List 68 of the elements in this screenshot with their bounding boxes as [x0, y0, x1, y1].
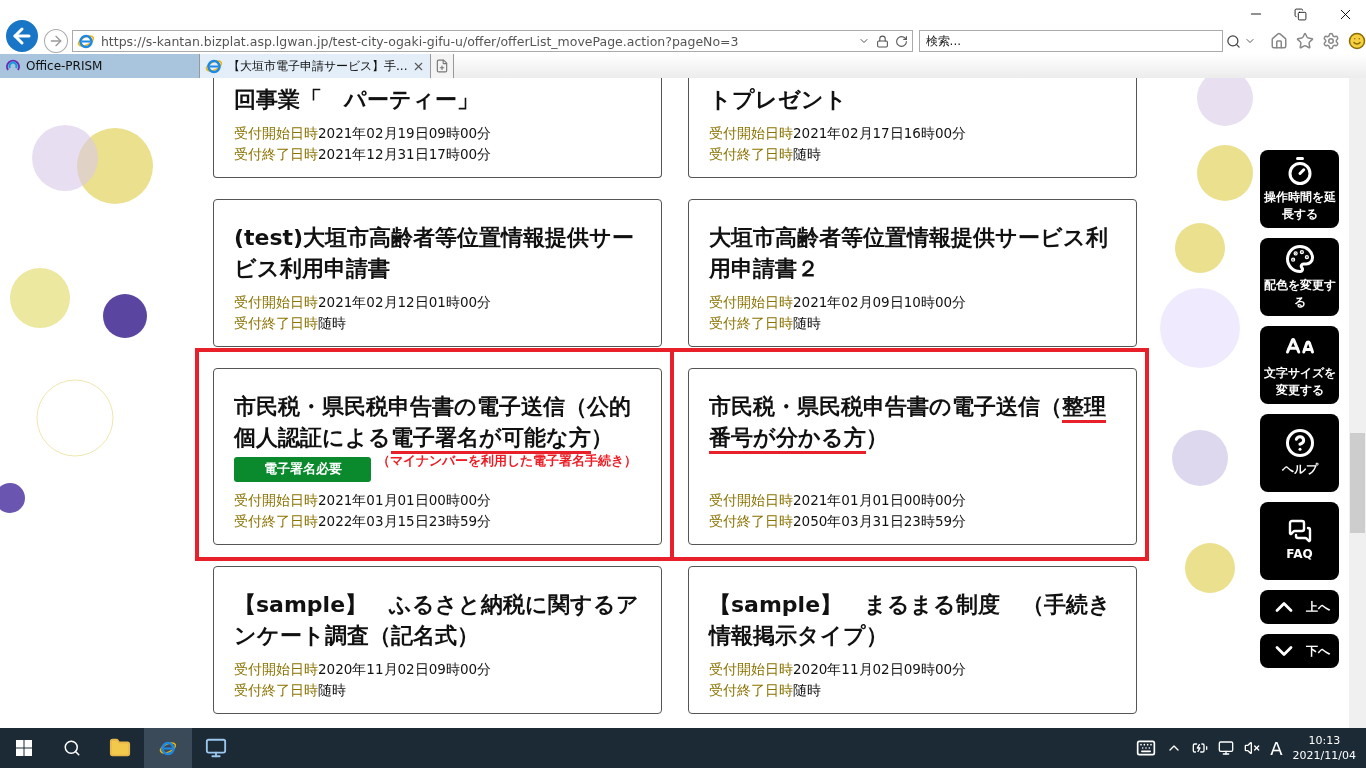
help-icon — [1284, 428, 1315, 458]
mute-icon[interactable] — [1244, 740, 1261, 756]
restore-icon[interactable] — [1294, 7, 1307, 21]
end-date-text: 受付終了日時随時 — [234, 681, 347, 700]
page-icon — [76, 32, 95, 50]
browser-tab[interactable]: 【大垣市電子申請サービス】手... — [200, 54, 432, 78]
end-date-text: 受付終了日時随時 — [709, 314, 822, 333]
settings-icon[interactable] — [1322, 32, 1340, 50]
signature-required-badge: 電子署名必要 — [234, 457, 371, 482]
star-icon[interactable] — [1296, 32, 1314, 50]
start-date-text: 受付開始日時2020年11月02日09時00分 — [709, 660, 968, 679]
form-title[interactable]: 回事業「 パーティー」 — [234, 84, 641, 115]
end-date-text: 受付終了日時随時 — [709, 681, 822, 700]
up-button[interactable]: 上へ — [1260, 590, 1339, 624]
start-date-text: 受付開始日時2021年01月01日00時00分 — [709, 491, 968, 510]
chat-icon — [1287, 519, 1312, 543]
palette-button[interactable]: 配色を変更する — [1260, 238, 1339, 316]
smiley-icon[interactable] — [1348, 32, 1366, 50]
lock-icon — [875, 34, 889, 48]
form-card[interactable]: トプレゼント 受付開始日時2021年02月17日16時00分 受付終了日時随時 — [688, 78, 1137, 178]
search-icon[interactable] — [1226, 33, 1241, 49]
form-title[interactable]: 【sample】 ふるさと納税に関するアンケート調査（記名式） — [234, 589, 641, 651]
page-icon — [205, 57, 223, 75]
start-date-text: 受付開始日時2021年02月17日16時00分 — [709, 124, 968, 143]
search-field[interactable]: 検索... — [918, 30, 1223, 52]
timer-button[interactable]: 操作時間を延長する — [1260, 150, 1339, 228]
windows-icon — [16, 740, 32, 756]
form-title[interactable]: 【sample】 まるまる制度 （手続き情報掲示タイプ） — [709, 589, 1116, 651]
form-card[interactable]: (test)大垣市高齢者等位置情報提供サービス利用申請書 受付開始日時2021年02月12日01時00分 受付終了日時随時 — [213, 199, 662, 347]
end-date-text: 受付終了日時随時 — [234, 314, 347, 333]
refresh-icon[interactable] — [894, 34, 908, 48]
form-card[interactable]: 回事業「 パーティー」 受付開始日時2021年02月19日09時00分 受付終了日時2021年12月31日17時00分 — [213, 78, 662, 178]
annotation-note: （マイナンバーを利用した電子署名手続き） — [377, 453, 637, 470]
start-date-text: 受付開始日時2021年02月12日01時00分 — [234, 293, 493, 312]
end-date-text: 受付終了日時随時 — [709, 145, 822, 164]
form-card[interactable]: 大垣市高齢者等位置情報提供サービス利用申請書２ 受付開始日時2021年02月09日10時00分 受付終了日時随時 — [688, 199, 1137, 347]
start-date-text: 受付開始日時2021年02月09日10時00分 — [709, 293, 968, 312]
network-icon[interactable] — [1218, 740, 1235, 756]
new-tab-icon[interactable] — [435, 59, 450, 73]
scrollbar[interactable] — [1349, 78, 1366, 728]
address-bar[interactable]: https://s-kantan.bizplat.asp.lgwan.jp/test-city-ogaki-gifu-u/offer/offerList_movePage.action?pageNo=3 — [71, 30, 913, 52]
start-date-text: 受付開始日時2021年02月19日09時00分 — [234, 124, 493, 143]
form-card[interactable]: 【sample】 ふるさと納税に関するアンケート調査（記名式） 受付開始日時2020年11月02日09時00分 受付終了日時随時 — [213, 566, 662, 714]
start-date-text: 受付開始日時2021年01月01日00時00分 — [234, 491, 493, 510]
form-title[interactable]: 市民税・県民税申告書の電子送信（公的個人認証による電子署名が可能な方） — [234, 391, 641, 453]
form-card[interactable]: 市民税・県民税申告書の電子送信（整理番号が分かる方） 受付開始日時2021年01月01日00時00分 受付終了日時2050年03月31日23時59分 — [688, 368, 1137, 545]
home-icon[interactable] — [1270, 32, 1288, 50]
form-card[interactable]: 【sample】 まるまる制度 （手続き情報掲示タイプ） 受付開始日時2020年11月02日09時00分 受付終了日時随時 — [688, 566, 1137, 714]
browser-icon — [159, 739, 177, 757]
end-date-text: 受付終了日時2022年03月15日23時59分 — [234, 512, 493, 531]
font-button[interactable]: 文字サイズを変更する — [1260, 326, 1339, 404]
battery-icon[interactable] — [1192, 740, 1209, 756]
ime-indicator[interactable]: A — [1270, 737, 1283, 759]
form-card[interactable]: 市民税・県民税申告書の電子送信（公的個人認証による電子署名が可能な方） 電子署名必要 （マイナンバーを利用した電子署名手続き） 受付開始日時2021年01月01日00時00分 受付終了日時2022年03月15日23時59分 — [213, 368, 662, 545]
down-button[interactable]: 下へ — [1260, 634, 1339, 668]
form-title[interactable]: 大垣市高齢者等位置情報提供サービス利用申請書２ — [709, 222, 1116, 284]
start-date-text: 受付開始日時2020年11月02日09時00分 — [234, 660, 493, 679]
palette-icon — [1284, 243, 1315, 274]
help-button[interactable]: ヘルプ — [1260, 414, 1339, 492]
end-date-text: 受付終了日時2021年12月31日17時00分 — [234, 145, 493, 164]
clock[interactable]: 10:13 2021/11/04 — [1292, 733, 1356, 763]
faq-button[interactable]: FAQ — [1260, 502, 1339, 580]
end-date-text: 受付終了日時2050年03月31日23時59分 — [709, 512, 968, 531]
search-icon — [63, 739, 81, 757]
form-title[interactable]: トプレゼント — [709, 84, 1116, 115]
form-title[interactable]: (test)大垣市高齢者等位置情報提供サービス利用申請書 — [234, 222, 641, 284]
keyboard-icon[interactable] — [1136, 738, 1157, 758]
browser-tab[interactable]: Office-PRISM — [0, 54, 200, 78]
